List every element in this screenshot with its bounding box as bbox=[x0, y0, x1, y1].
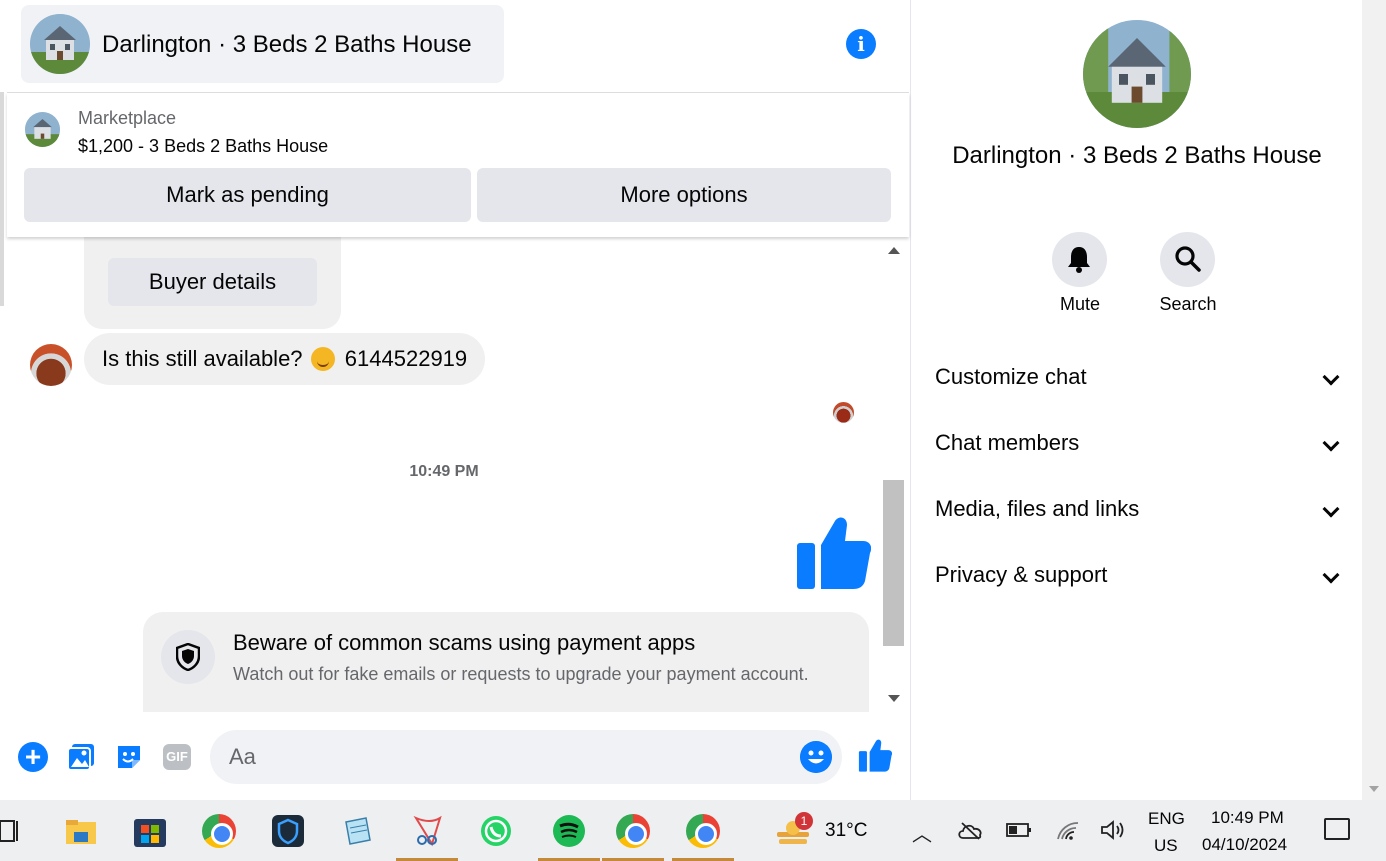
mute-label: Mute bbox=[1059, 294, 1101, 314]
search-icon bbox=[1175, 246, 1201, 272]
onedrive-icon[interactable] bbox=[957, 820, 983, 840]
buyer-details-bubble: Buyer details bbox=[84, 237, 341, 329]
section-label: Customize chat bbox=[935, 364, 1087, 389]
smiling-face-emoji bbox=[310, 347, 335, 371]
chrome-profile-icon[interactable] bbox=[602, 800, 664, 861]
temperature[interactable]: 31°C bbox=[825, 820, 867, 842]
customize-chat-section[interactable]: Customize chat bbox=[935, 357, 1340, 397]
chevron-up-icon[interactable]: ︿ bbox=[912, 818, 932, 847]
chat-members-section[interactable]: Chat members bbox=[935, 423, 1340, 463]
whatsapp-icon[interactable] bbox=[465, 800, 527, 861]
scam-warning-body: Watch out for fake emails or requests to… bbox=[233, 664, 809, 684]
photo-icon[interactable] bbox=[66, 742, 96, 772]
volume-icon[interactable] bbox=[1100, 819, 1126, 841]
chevron-down-icon bbox=[1322, 368, 1340, 386]
thread-scrollbar[interactable] bbox=[882, 237, 906, 712]
scroll-down-arrow-icon[interactable] bbox=[888, 695, 900, 702]
gif-icon[interactable]: GIF bbox=[163, 744, 191, 770]
info-icon[interactable]: i bbox=[846, 29, 876, 59]
sender-avatar[interactable] bbox=[30, 344, 72, 386]
marketplace-card: Marketplace $1,200 - 3 Beds 2 Baths Hous… bbox=[7, 93, 909, 237]
snipping-tool-icon[interactable] bbox=[396, 800, 458, 861]
scroll-thumb[interactable] bbox=[883, 480, 904, 646]
file-explorer-icon[interactable] bbox=[50, 800, 112, 861]
media-files-links-section[interactable]: Media, files and links bbox=[935, 489, 1340, 529]
action-center-icon[interactable] bbox=[1324, 818, 1350, 840]
message-composer: + GIF bbox=[7, 716, 909, 800]
thumbs-up-icon[interactable] bbox=[795, 515, 871, 593]
chat-title: Darlington · 3 Beds 2 Baths House bbox=[102, 31, 472, 58]
chat-header[interactable]: Darlington · 3 Beds 2 Baths House bbox=[21, 5, 504, 83]
spotify-icon[interactable] bbox=[538, 800, 600, 861]
thumbs-up-icon[interactable] bbox=[858, 738, 892, 774]
search-button[interactable] bbox=[1160, 232, 1215, 287]
input-language[interactable]: ENG bbox=[1148, 809, 1185, 829]
emoji-icon[interactable] bbox=[800, 741, 832, 773]
chrome-profile-icon[interactable] bbox=[672, 800, 734, 861]
bell-icon bbox=[1068, 247, 1090, 273]
chevron-down-icon bbox=[1322, 434, 1340, 452]
chevron-down-icon bbox=[1322, 566, 1340, 584]
message-phone: 6144522919 bbox=[344, 346, 468, 371]
shield-icon bbox=[161, 630, 215, 684]
chevron-down-icon bbox=[1322, 500, 1340, 518]
windows-taskbar: 1 31°C ︿ ENG US 10:49 PM 04/10/2024 bbox=[0, 800, 1386, 861]
notepad-icon[interactable] bbox=[326, 800, 388, 861]
scroll-up-arrow-icon[interactable] bbox=[888, 247, 900, 254]
section-label: Privacy & support bbox=[935, 562, 1108, 587]
notification-badge: 1 bbox=[795, 812, 813, 830]
input-region[interactable]: US bbox=[1154, 836, 1178, 856]
sticker-icon[interactable] bbox=[114, 742, 144, 772]
panel-scrollbar[interactable] bbox=[1362, 0, 1386, 800]
buyer-details-button[interactable]: Buyer details bbox=[108, 258, 317, 306]
scam-warning-card: Beware of common scams using payment app… bbox=[143, 612, 869, 712]
scam-warning-title: Beware of common scams using payment app… bbox=[233, 630, 696, 655]
mute-button[interactable] bbox=[1052, 232, 1107, 287]
listing-title[interactable]: $1,200 - 3 Beds 2 Baths House bbox=[78, 136, 328, 157]
house-avatar bbox=[30, 14, 90, 74]
listing-thumbnail[interactable] bbox=[25, 112, 60, 147]
privacy-support-section[interactable]: Privacy & support bbox=[935, 555, 1340, 595]
incoming-message[interactable]: Is this still available? 6144522919 bbox=[84, 333, 486, 385]
chrome-icon[interactable] bbox=[188, 800, 250, 861]
vpn-shield-icon[interactable] bbox=[257, 800, 319, 861]
conversation-info-panel: Darlington · 3 Beds 2 Baths House Mute S… bbox=[910, 0, 1362, 800]
conversation-title: Darlington · 3 Beds 2 Baths House bbox=[952, 142, 1322, 169]
read-receipt-avatar bbox=[833, 402, 854, 423]
section-label: Media, files and links bbox=[935, 496, 1140, 521]
battery-icon[interactable] bbox=[1006, 822, 1032, 838]
marketplace-label: Marketplace bbox=[78, 108, 177, 128]
mark-as-pending-button[interactable]: Mark as pending bbox=[24, 168, 471, 222]
clock-date[interactable]: 04/10/2024 bbox=[1202, 835, 1287, 855]
message-input[interactable] bbox=[210, 730, 842, 784]
message-thread[interactable]: Buyer details Is this still available? 6… bbox=[7, 237, 881, 712]
plus-icon[interactable]: + bbox=[18, 742, 48, 772]
window-edge bbox=[0, 92, 4, 306]
message-timestamp: 10:49 PM bbox=[409, 463, 479, 480]
wifi-icon[interactable] bbox=[1056, 819, 1080, 841]
house-avatar[interactable] bbox=[1083, 20, 1191, 128]
message-text: Is this still available? bbox=[102, 346, 303, 371]
more-options-button[interactable]: More options bbox=[477, 168, 891, 222]
scroll-down-arrow-icon[interactable] bbox=[1369, 786, 1379, 792]
task-view-icon[interactable] bbox=[0, 818, 20, 844]
microsoft-store-icon[interactable] bbox=[119, 800, 181, 861]
clock-time[interactable]: 10:49 PM bbox=[1211, 808, 1284, 828]
search-label: Search bbox=[1159, 294, 1217, 314]
section-label: Chat members bbox=[935, 430, 1080, 455]
